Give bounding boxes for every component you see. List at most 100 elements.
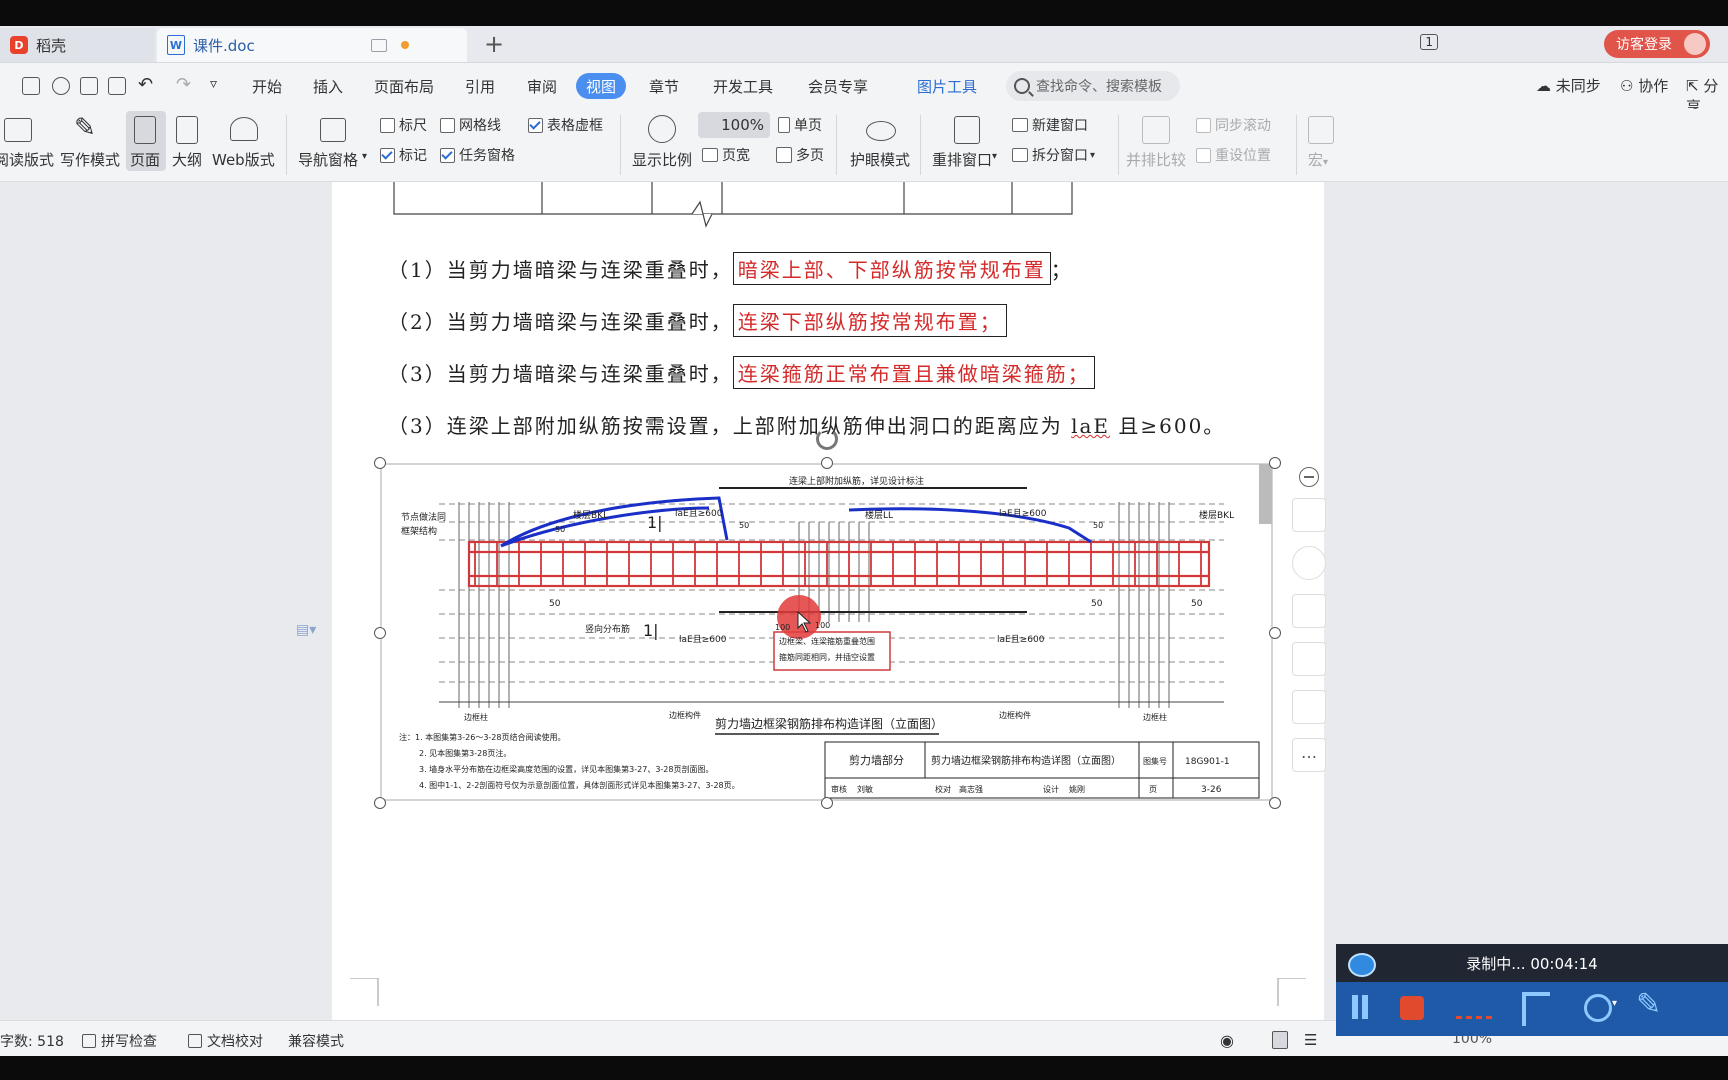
rearrange-dropdown-icon[interactable]: ▾ xyxy=(992,151,997,162)
tab-docer-home[interactable]: D 稻壳 xyxy=(0,28,155,62)
menu-home[interactable]: 开始 xyxy=(252,73,282,99)
doc-icon: W xyxy=(167,35,185,55)
paragraph-options-icon[interactable]: ▤▾ xyxy=(296,622,316,638)
fig-bkl-left: 楼层BKL xyxy=(573,509,608,521)
fig-dim-50-e: 50 xyxy=(1191,599,1203,609)
rebar-detail-figure[interactable]: 连梁上部附加纵筋，详见设计标注 节点做法同 框架结构 楼层BKL 楼层LL 楼层… xyxy=(374,428,1281,809)
eye-protect-icon[interactable]: ◉ xyxy=(1220,1031,1234,1050)
doc-check-button[interactable]: 文档校对 xyxy=(188,1031,263,1051)
outline-button[interactable]: 大纲 xyxy=(172,149,202,170)
para2-highlight-box[interactable]: 连梁下部纵筋按常规布置； xyxy=(732,304,1007,337)
word-count[interactable]: 字数: 518 xyxy=(0,1031,64,1051)
table-dash-checkbox[interactable]: 表格虚框 xyxy=(528,115,603,135)
rearrange-button[interactable]: 重排窗口 xyxy=(932,149,992,170)
format-painter-icon[interactable] xyxy=(52,77,70,95)
resize-handle-tr[interactable] xyxy=(1269,457,1281,469)
pause-icon[interactable] xyxy=(1352,995,1358,1019)
resize-handle-t[interactable] xyxy=(821,457,833,469)
write-mode-button[interactable]: 写作模式 xyxy=(60,149,120,170)
single-page-button[interactable]: 单页 xyxy=(778,115,822,135)
print-preview-icon[interactable] xyxy=(108,77,126,95)
page-mode-button[interactable]: 页面 xyxy=(130,149,160,170)
side-compare-button[interactable]: 并排比较 xyxy=(1126,149,1186,170)
web-mode-button[interactable]: Web版式 xyxy=(212,149,275,170)
sync-status[interactable]: ☁ 未同步 xyxy=(1536,75,1601,96)
monitor-icon[interactable] xyxy=(371,38,387,52)
webcam-icon[interactable] xyxy=(1584,994,1612,1022)
reset-pos-button[interactable]: 重设位置 xyxy=(1196,145,1271,165)
picture-convert-icon[interactable] xyxy=(1292,690,1326,724)
collab-button[interactable]: ⚇ 协作 xyxy=(1620,75,1668,96)
rotate-handle-icon[interactable] xyxy=(816,428,838,450)
tab-document[interactable]: W 课件.doc xyxy=(157,28,467,62)
extract-text-icon[interactable] xyxy=(1292,642,1326,676)
page-view-icon[interactable] xyxy=(1272,1031,1293,1049)
redo-icon[interactable]: ↷ xyxy=(176,71,191,97)
zoom-value-button[interactable]: 100% xyxy=(698,112,770,138)
more-quick-icon[interactable]: ▿ xyxy=(210,71,217,97)
menu-page-layout[interactable]: 页面布局 xyxy=(374,73,434,99)
tb-designer: 姚刚 xyxy=(1069,784,1085,794)
read-mode-button[interactable]: 阅读版式 xyxy=(0,149,54,170)
new-tab-plus-icon[interactable]: + xyxy=(484,30,504,58)
crop-icon[interactable] xyxy=(1292,594,1326,628)
eye-mode-button[interactable]: 护眼模式 xyxy=(850,149,910,170)
webcam-dropdown-icon[interactable]: ▾ xyxy=(1612,998,1617,1009)
resize-handle-l[interactable] xyxy=(374,627,386,639)
ruler-checkbox[interactable]: 标尺 xyxy=(380,115,427,135)
resize-handle-br[interactable] xyxy=(1269,797,1281,809)
task-pane-checkbox[interactable]: 任务窗格 xyxy=(440,145,515,165)
menu-review[interactable]: 审阅 xyxy=(527,73,557,99)
menu-dev-tools[interactable]: 开发工具 xyxy=(713,73,773,99)
nav-pane-button[interactable]: 导航窗格 xyxy=(298,149,358,170)
page-width-button[interactable]: 页宽 xyxy=(702,145,750,165)
print-icon[interactable] xyxy=(80,77,98,95)
menu-references[interactable]: 引用 xyxy=(465,73,495,99)
menu-member[interactable]: 会员专享 xyxy=(808,73,868,99)
menu-insert[interactable]: 插入 xyxy=(313,73,343,99)
resize-handle-r[interactable] xyxy=(1269,627,1281,639)
menu-chapter[interactable]: 章节 xyxy=(649,73,679,99)
marks-checkbox[interactable]: 标记 xyxy=(380,145,427,165)
spell-check-button[interactable]: 拼写检查 xyxy=(82,1031,157,1051)
menu-view[interactable]: 视图 xyxy=(576,73,627,99)
menu-picture-tools[interactable]: 图片工具 xyxy=(917,73,977,99)
pen-icon[interactable]: ✎ xyxy=(1636,990,1661,1020)
macro-button[interactable]: 宏▾ xyxy=(1308,149,1328,170)
layout-options-icon[interactable] xyxy=(1292,498,1326,532)
command-search[interactable]: 查找命令、搜索模板 xyxy=(1006,71,1180,101)
new-window-button[interactable]: 新建窗口 xyxy=(1012,115,1088,135)
zoom-image-icon[interactable] xyxy=(1292,546,1326,580)
outline-view-icon[interactable]: ☰ xyxy=(1304,1031,1317,1049)
collapse-toolbar-icon[interactable] xyxy=(1299,467,1319,487)
para4-suffix: 且≥600。 xyxy=(1110,414,1226,438)
split-dropdown-icon[interactable]: ▾ xyxy=(1090,150,1095,161)
fig-dim-100-b: 100 xyxy=(775,623,790,632)
zoom-ratio-button[interactable]: 显示比例 xyxy=(632,149,692,170)
marker-icon[interactable] xyxy=(1456,1016,1492,1019)
login-button[interactable]: 访客登录 xyxy=(1604,30,1710,58)
para1-prefix: （1）当剪力墙暗梁与连梁重叠时， xyxy=(388,258,733,282)
sync-scroll-button[interactable]: 同步滚动 xyxy=(1196,115,1271,135)
window-count[interactable]: 1 xyxy=(1420,34,1438,50)
tb-title: 剪力墙边框梁钢筋排布构造详图（立面图） xyxy=(931,754,1121,767)
resize-handle-tl[interactable] xyxy=(374,457,386,469)
separator xyxy=(620,115,621,175)
pointer-icon[interactable] xyxy=(1522,992,1550,1026)
top-black-bar xyxy=(0,0,1728,26)
split-window-button[interactable]: 拆分窗口 ▾ xyxy=(1012,145,1095,165)
fig-section-2: 1| xyxy=(643,621,659,640)
save-icon[interactable] xyxy=(22,77,40,95)
multi-page-button[interactable]: 多页 xyxy=(776,145,824,165)
more-options-icon[interactable]: … xyxy=(1292,738,1326,772)
para1-highlight-box[interactable]: 暗梁上部、下部纵筋按常规布置 xyxy=(732,252,1051,285)
undo-icon[interactable]: ↶ xyxy=(138,71,153,97)
nav-pane-dropdown-icon[interactable]: ▾ xyxy=(362,151,367,162)
stop-icon[interactable] xyxy=(1400,996,1424,1020)
para3-highlight-box[interactable]: 连梁箍筋正常布置且兼做暗梁箍筋； xyxy=(732,356,1095,389)
doc-check-label: 文档校对 xyxy=(207,1034,263,1050)
resize-handle-bl[interactable] xyxy=(374,797,386,809)
resize-handle-b[interactable] xyxy=(821,797,833,809)
screen-recorder-widget[interactable]: 录制中... 00:04:14 ▾ ✎ xyxy=(1336,944,1728,1036)
gridlines-checkbox[interactable]: 网格线 xyxy=(440,115,501,135)
